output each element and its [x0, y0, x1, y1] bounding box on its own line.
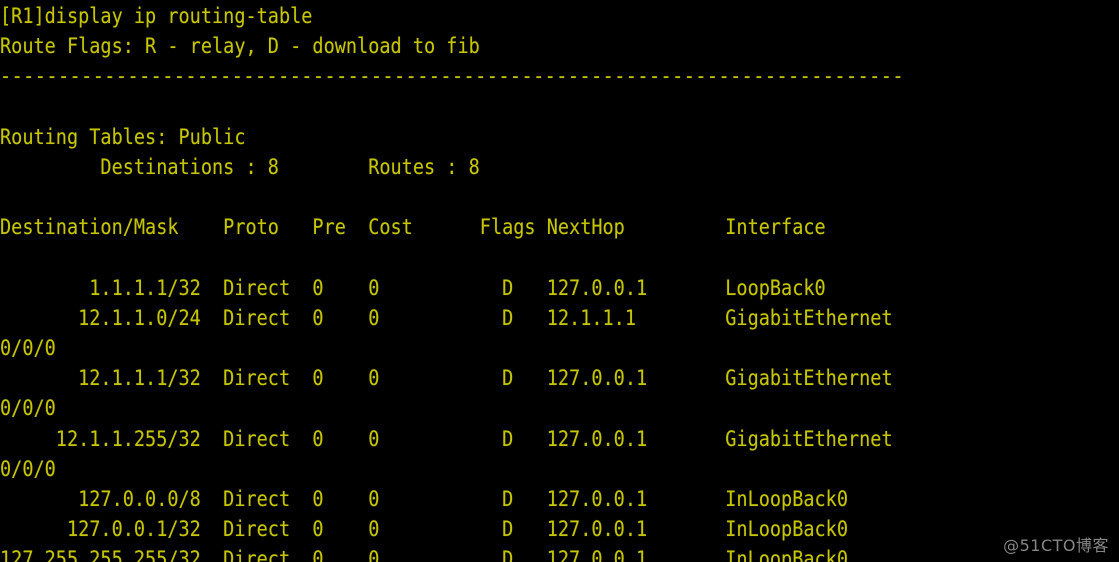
command-line-text: [R1]display ip routing-table	[0, 4, 313, 29]
summary-line: Destinations : 8 Routes : 8	[0, 153, 1119, 183]
separator-text: ----------------------------------------…	[0, 64, 904, 90]
blank-text-3	[0, 244, 11, 274]
table-row-wrap: 0/0/0	[0, 455, 1119, 485]
terminal-window[interactable]: [R1]display ip routing-table Route Flags…	[0, 0, 1119, 562]
routing-table-rows: 1.1.1.1/32 Direct 0 0 D 127.0.0.1 LoopBa…	[0, 274, 1119, 562]
table-row-text: 1.1.1.1/32 Direct 0 0 D 127.0.0.1 LoopBa…	[0, 275, 826, 301]
table-row-text: 12.1.1.1/32 Direct 0 0 D 127.0.0.1 Gigab…	[0, 366, 893, 392]
table-row-text: 0/0/0	[0, 396, 56, 422]
table-row: 12.1.1.255/32 Direct 0 0 D 127.0.0.1 Gig…	[0, 425, 1119, 455]
routing-tables-line: Routing Tables: Public	[0, 123, 1119, 153]
command-line: [R1]display ip routing-table	[0, 2, 1119, 32]
routing-tables-text: Routing Tables: Public	[0, 124, 246, 150]
table-row: 127.0.0.0/8 Direct 0 0 D 127.0.0.1 InLoo…	[0, 485, 1119, 515]
separator-line: ----------------------------------------…	[0, 62, 1119, 92]
table-row-wrap: 0/0/0	[0, 394, 1119, 424]
table-row-wrap: 0/0/0	[0, 334, 1119, 364]
table-row-text: 12.1.1.255/32 Direct 0 0 D 127.0.0.1 Gig…	[0, 426, 893, 452]
summary-text: Destinations : 8 Routes : 8	[0, 154, 480, 180]
table-row-text: 127.0.0.0/8 Direct 0 0 D 127.0.0.1 InLoo…	[0, 487, 849, 512]
blank-line-2	[0, 183, 1119, 213]
terminal-screen[interactable]: [R1]display ip routing-table Route Flags…	[0, 0, 1119, 562]
table-header-row: Destination/Mask Proto Pre Cost Flags Ne…	[0, 213, 1119, 243]
table-row: 127.255.255.255/32 Direct 0 0 D 127.0.0.…	[0, 545, 1119, 562]
table-row-text: 127.255.255.255/32 Direct 0 0 D 127.0.0.…	[0, 547, 849, 562]
table-row: 127.0.0.1/32 Direct 0 0 D 127.0.0.1 InLo…	[0, 515, 1119, 545]
table-row-text: 127.0.0.1/32 Direct 0 0 D 127.0.0.1 InLo…	[0, 517, 849, 543]
table-row: 12.1.1.1/32 Direct 0 0 D 127.0.0.1 Gigab…	[0, 364, 1119, 394]
blank-text-1	[0, 93, 11, 123]
table-header-text: Destination/Mask Proto Pre Cost Flags Ne…	[0, 215, 826, 241]
blank-line-1	[0, 93, 1119, 123]
table-row-text: 0/0/0	[0, 336, 56, 362]
blank-text-2	[0, 183, 11, 213]
table-row: 1.1.1.1/32 Direct 0 0 D 127.0.0.1 LoopBa…	[0, 274, 1119, 304]
table-row-text: 12.1.1.0/24 Direct 0 0 D 12.1.1.1 Gigabi…	[0, 305, 893, 331]
table-row: 12.1.1.0/24 Direct 0 0 D 12.1.1.1 Gigabi…	[0, 304, 1119, 334]
route-flags-text: Route Flags: R - relay, D - download to …	[0, 34, 480, 60]
watermark: @51CTO博客	[1003, 536, 1109, 555]
route-flags-line: Route Flags: R - relay, D - download to …	[0, 32, 1119, 62]
table-row-text: 0/0/0	[0, 456, 56, 482]
blank-line-3	[0, 244, 1119, 274]
